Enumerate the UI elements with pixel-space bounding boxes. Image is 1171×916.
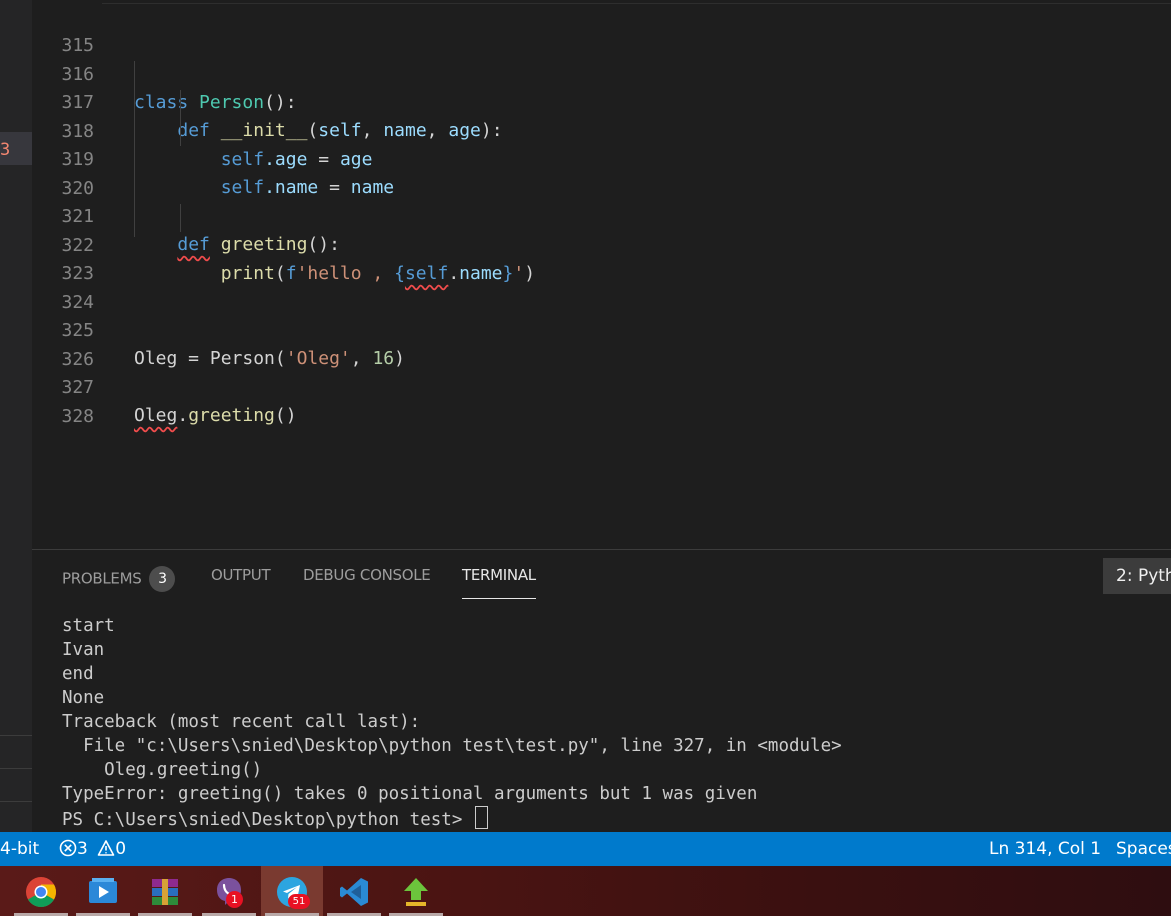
terminal-prompt: PS C:\Users\snied\Desktop\python test> bbox=[62, 810, 473, 830]
taskbar-upload-app[interactable] bbox=[385, 866, 447, 916]
code-line[interactable]: 326 bbox=[32, 318, 1171, 370]
code-text: Oleg.greeting() bbox=[134, 405, 297, 426]
status-bar: 4-bit 3 0 Ln 314, Col 1 Spaces bbox=[0, 832, 1171, 866]
code-line[interactable]: 315 bbox=[32, 4, 1171, 56]
indent-guide bbox=[180, 90, 181, 146]
terminal-line: None bbox=[62, 688, 105, 708]
problems-count-badge: 3 bbox=[149, 566, 176, 592]
code-line[interactable]: 318 self.age = age bbox=[32, 90, 1171, 170]
terminal-line: end bbox=[62, 664, 94, 684]
notification-badge: 51 bbox=[288, 894, 310, 909]
indent-guide bbox=[180, 204, 181, 232]
terminal-line: Ivan bbox=[62, 640, 105, 660]
code-line[interactable]: 324 bbox=[32, 261, 1171, 313]
chrome-icon bbox=[26, 877, 57, 908]
tab-problems[interactable]: PROBLEMS 3 bbox=[62, 566, 176, 592]
code-line[interactable]: 328 bbox=[32, 375, 1171, 427]
terminal-select[interactable]: 2: Python bbox=[1103, 558, 1171, 594]
indent-guide bbox=[134, 61, 135, 237]
error-icon bbox=[59, 839, 77, 857]
python-interpreter-status[interactable]: 4-bit bbox=[0, 832, 39, 866]
error-count: 3 bbox=[77, 839, 88, 859]
code-line[interactable]: 323 bbox=[32, 232, 1171, 284]
problem-count-marker-label: 3 bbox=[0, 140, 11, 160]
photos-icon bbox=[89, 878, 117, 903]
code-line[interactable]: 322 print(f'hello , {self.name}') bbox=[32, 204, 1171, 284]
tab-debug-console[interactable]: DEBUG CONSOLE bbox=[303, 566, 431, 584]
sidebar-divider bbox=[0, 768, 32, 769]
line-number: 328 bbox=[61, 406, 94, 427]
tab-terminal[interactable]: TERMINAL bbox=[462, 566, 536, 599]
upload-icon bbox=[404, 878, 428, 906]
problem-count-marker[interactable]: 3 bbox=[0, 132, 32, 165]
problems-status[interactable]: 3 0 bbox=[59, 832, 126, 866]
tab-terminal-label: TERMINAL bbox=[462, 566, 536, 584]
winrar-icon bbox=[152, 879, 178, 905]
code-line[interactable]: 319 self.name = name bbox=[32, 118, 1171, 198]
terminal-line: Oleg.greeting() bbox=[62, 760, 263, 780]
notification-badge: 1 bbox=[226, 891, 243, 908]
taskbar-chrome[interactable] bbox=[10, 866, 72, 916]
code-line[interactable]: 320 bbox=[32, 147, 1171, 199]
terminal-cursor bbox=[474, 806, 488, 829]
code-line[interactable]: 325 Oleg = Person('Oleg', 16) bbox=[32, 289, 1171, 369]
warning-count: 0 bbox=[115, 839, 127, 859]
taskbar-photos[interactable] bbox=[72, 866, 134, 916]
taskbar-vscode[interactable] bbox=[323, 866, 385, 916]
terminal-output[interactable]: start Ivan end None Traceback (most recent c… bbox=[62, 614, 842, 832]
tab-debug-console-label: DEBUG CONSOLE bbox=[303, 566, 431, 584]
code-line[interactable]: 321 def greeting(): bbox=[32, 175, 1171, 255]
warning-icon bbox=[97, 840, 115, 856]
sidebar-divider bbox=[0, 801, 32, 802]
code-line[interactable]: 317 def __init__(self, name, age): bbox=[32, 61, 1171, 141]
sidebar-divider bbox=[0, 735, 32, 736]
terminal-prompt-line[interactable]: PS C:\Users\snied\Desktop\python test> bbox=[62, 806, 842, 832]
tab-output-label: OUTPUT bbox=[211, 566, 271, 584]
sidebar-edge bbox=[0, 0, 32, 832]
tab-problems-label: PROBLEMS bbox=[62, 569, 142, 588]
terminal-line: Traceback (most recent call last): bbox=[62, 712, 421, 732]
cursor-position-status[interactable]: Ln 314, Col 1 bbox=[989, 832, 1101, 866]
code-line[interactable]: 327 Oleg.greeting() bbox=[32, 346, 1171, 426]
code-line[interactable]: 316 class Person(): bbox=[32, 33, 1171, 113]
indentation-status[interactable]: Spaces bbox=[1116, 832, 1171, 866]
terminal-line: start bbox=[62, 616, 115, 636]
bottom-panel: PROBLEMS 3 OUTPUT DEBUG CONSOLE TERMINAL … bbox=[32, 549, 1171, 833]
active-tab-underline bbox=[462, 598, 536, 599]
vscode-icon bbox=[340, 878, 368, 906]
taskbar-viber[interactable]: 1 bbox=[198, 866, 260, 916]
taskbar-winrar[interactable] bbox=[134, 866, 196, 916]
code-editor[interactable]: 315 316 class Person(): 317 def __init__… bbox=[32, 0, 1171, 549]
terminal-line: TypeError: greeting() takes 0 positional… bbox=[62, 784, 758, 804]
tab-output[interactable]: OUTPUT bbox=[211, 566, 271, 584]
taskbar-telegram[interactable]: 51 bbox=[261, 866, 323, 916]
windows-taskbar: 1 51 bbox=[0, 866, 1171, 916]
terminal-line: File "c:\Users\snied\Desktop\python test… bbox=[62, 736, 842, 756]
